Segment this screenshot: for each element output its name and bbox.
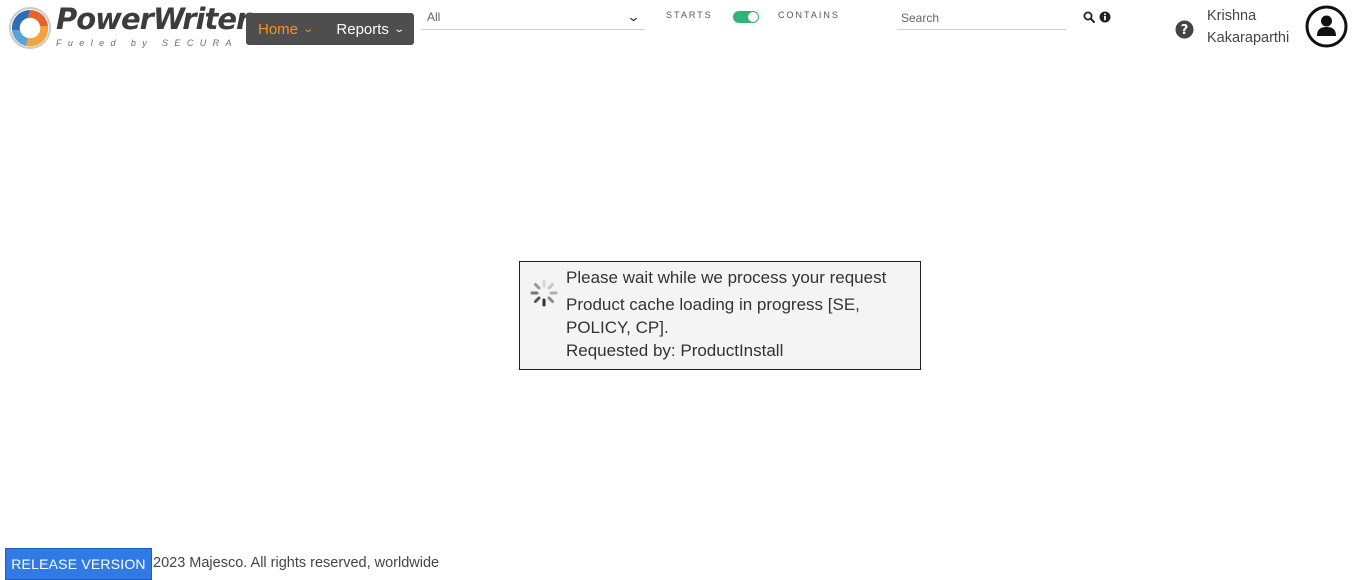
- release-version-button[interactable]: RELEASE VERSION: [5, 548, 152, 580]
- search-input[interactable]: [897, 6, 1066, 30]
- main-nav: Home ⌄ Reports ⌄: [246, 13, 414, 45]
- chevron-down-icon: ⌄: [393, 23, 406, 35]
- nav-item-home[interactable]: Home ⌄: [246, 13, 324, 45]
- loading-progress: Product cache loading in progress [SE, P…: [566, 295, 860, 337]
- chevron-down-icon: ⌄: [626, 8, 641, 24]
- user-last-name: Kakaraparthi: [1207, 30, 1290, 46]
- toggle-knob: [748, 12, 758, 22]
- loading-message: Please wait while we process your reques…: [566, 266, 911, 362]
- powerwriter-logo[interactable]: PowerWriter Fueled by SECURA: [6, 2, 250, 50]
- logo-tagline: Fueled by SECURA: [56, 38, 238, 48]
- chevron-down-icon: ⌄: [302, 23, 315, 35]
- logo-brand-text: PowerWriter: [56, 2, 250, 36]
- search-scope-select[interactable]: All ⌄: [421, 4, 645, 30]
- starts-contains-toggle[interactable]: [733, 11, 759, 23]
- info-icon[interactable]: [1099, 11, 1111, 23]
- help-icon[interactable]: ?: [1175, 20, 1194, 39]
- svg-text:?: ?: [1181, 23, 1189, 38]
- toggle-starts-label: STARTS: [666, 10, 713, 20]
- user-name[interactable]: Krishna Kakaraparthi: [1207, 5, 1289, 49]
- nav-item-label: Reports: [336, 20, 389, 38]
- loading-requested-by: Requested by: ProductInstall: [566, 341, 784, 360]
- spinner-icon: [530, 279, 558, 307]
- logo-swirl-icon: [9, 7, 51, 49]
- user-first-name: Krishna: [1207, 8, 1257, 24]
- user-avatar-icon[interactable]: [1305, 5, 1348, 48]
- copyright-text: 2023 Majesco. All rights reserved, world…: [153, 555, 440, 571]
- loading-title: Please wait while we process your reques…: [566, 268, 887, 287]
- loading-dialog: Please wait while we process your reques…: [519, 261, 921, 370]
- toggle-contains-label: CONTAINS: [778, 10, 840, 20]
- search-icon[interactable]: [1083, 11, 1095, 23]
- nav-item-label: Home: [258, 20, 299, 38]
- nav-item-reports[interactable]: Reports ⌄: [324, 13, 415, 45]
- search-scope-value: All: [427, 9, 441, 24]
